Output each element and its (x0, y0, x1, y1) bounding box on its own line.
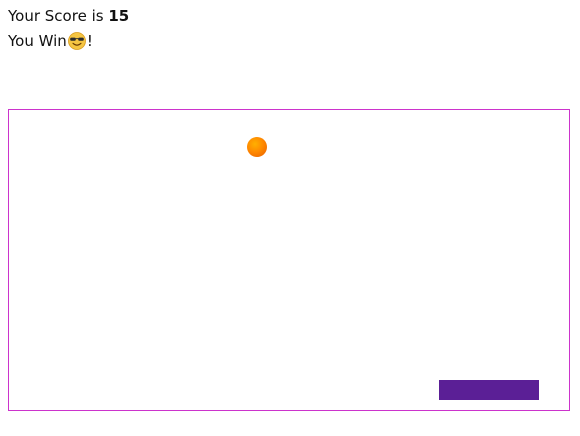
result-suffix: ! (86, 32, 93, 50)
sunglasses-emoji-icon (67, 32, 86, 50)
result-message: You Win ! (8, 31, 93, 51)
score-value: 15 (108, 7, 130, 25)
paddle[interactable] (439, 380, 539, 400)
result-text: You Win (8, 32, 67, 50)
score-display: Your Score is 15 (8, 6, 129, 26)
ball (247, 137, 267, 157)
score-label: Your Score is (8, 7, 109, 25)
game-board[interactable] (8, 109, 570, 411)
